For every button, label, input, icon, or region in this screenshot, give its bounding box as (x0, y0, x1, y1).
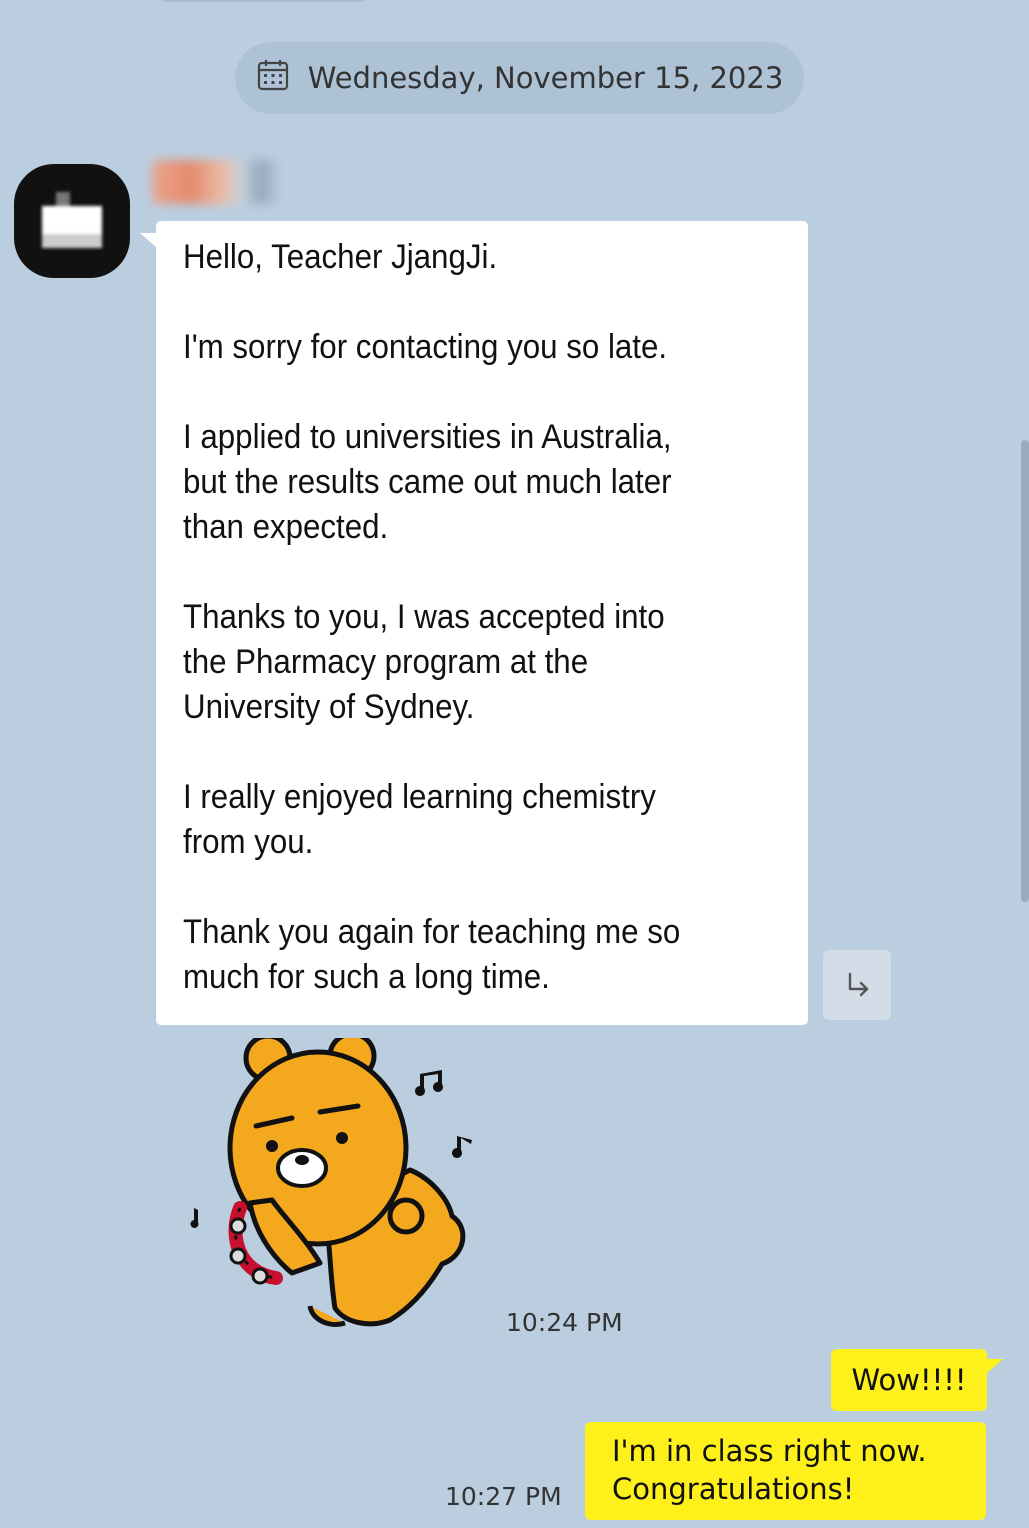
message-paragraph: Hello, Teacher JjangJi. (183, 235, 738, 280)
message-line: than expected. (183, 508, 389, 546)
message-paragraph: Thank you again for teaching me so much f… (183, 910, 738, 1000)
message-line: I'm sorry for contacting you so late. (183, 328, 668, 366)
date-divider: Wednesday, November 15, 2023 (235, 42, 804, 114)
outgoing-message-bubble[interactable]: I'm in class right now. Congratulations! (585, 1422, 986, 1520)
outgoing-timestamp: 10:27 PM (445, 1482, 562, 1511)
message-paragraph: Thanks to you, I was accepted into the Ph… (183, 595, 738, 730)
message-line: University of Sydney. (183, 688, 475, 726)
message-paragraph: I'm sorry for contacting you so late. (183, 325, 738, 370)
message-line: Wow!!!! (851, 1363, 967, 1397)
share-button[interactable] (823, 950, 891, 1020)
message-line: Hello, Teacher JjangJi. (183, 238, 498, 276)
calendar-icon (256, 58, 290, 99)
scrollbar[interactable] (1021, 440, 1029, 902)
message-paragraph: I really enjoyed learning chemistry from … (183, 775, 738, 865)
message-line: I applied to universities in Australia, (183, 418, 672, 456)
message-line: I'm in class right now. (612, 1434, 927, 1468)
message-line: but the results came out much later (183, 463, 672, 501)
previous-item-edge (158, 0, 368, 2)
sender-avatar[interactable] (14, 164, 130, 278)
message-line: Congratulations! (612, 1472, 855, 1506)
message-line: Thanks to you, I was accepted into (183, 598, 665, 636)
incoming-timestamp: 10:24 PM (506, 1308, 623, 1337)
message-line: Thank you again for teaching me so (183, 913, 681, 951)
outgoing-message-bubble[interactable]: Wow!!!! (831, 1349, 1003, 1411)
sender-name-blurred (152, 160, 280, 204)
message-line: I really enjoyed learning chemistry (183, 778, 656, 816)
message-line: the Pharmacy program at the (183, 643, 589, 681)
message-paragraph: I applied to universities in Australia, b… (183, 415, 738, 550)
incoming-message-bubble[interactable]: Hello, Teacher JjangJi. I'm sorry for con… (140, 221, 808, 1025)
message-line: much for such a long time. (183, 958, 550, 996)
bear-tambourine-sticker[interactable] (180, 1031, 480, 1330)
avatar-pixelated-image (42, 192, 102, 248)
date-text: Wednesday, November 15, 2023 (307, 61, 784, 95)
message-line: from you. (183, 823, 314, 861)
share-arrow-icon (848, 972, 869, 997)
